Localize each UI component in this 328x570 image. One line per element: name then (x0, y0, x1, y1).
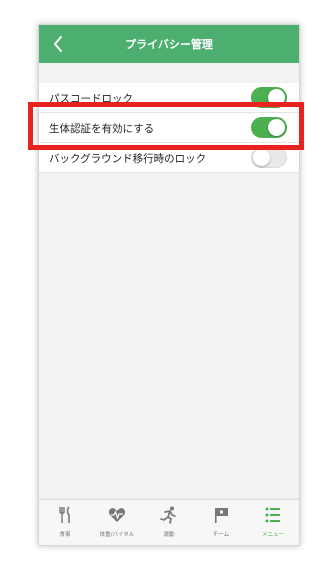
flag-icon (215, 508, 228, 523)
tab-label: 食事 (59, 532, 71, 538)
heart-vital-icon (108, 508, 126, 522)
tab-meal[interactable]: 食事 (39, 500, 91, 545)
toggle-knob (268, 89, 285, 106)
tab-label: 運動 (163, 532, 175, 538)
setting-row-biometric: 生体認証を有効にする (39, 113, 299, 143)
setting-label: 生体認証を有効にする (49, 123, 155, 135)
nav-bar: プライバシー管理 (39, 25, 299, 63)
tab-team[interactable]: チーム (195, 500, 247, 545)
tab-menu[interactable]: メニュー (247, 500, 299, 545)
tab-label: メニュー (261, 532, 284, 538)
setting-label: バックグラウンド移行時のロック (49, 153, 207, 165)
settings-list: パスコードロック 生体認証を有効にする バックグラウンド移行時のロック (39, 83, 299, 173)
setting-label: パスコードロック (49, 93, 133, 105)
background-lock-toggle[interactable] (251, 147, 287, 168)
tab-bar: 食事 体重/バイタル 運動 チーム メニュー (39, 499, 299, 545)
passcode-lock-toggle[interactable] (251, 87, 287, 108)
page-title: プライバシー管理 (125, 38, 213, 51)
setting-row-background-lock: バックグラウンド移行時のロック (39, 143, 299, 173)
menu-list-icon (265, 507, 280, 523)
fork-knife-icon (59, 506, 70, 523)
toggle-knob (253, 149, 270, 166)
setting-row-passcode-lock: パスコードロック (39, 83, 299, 113)
phone-screen: プライバシー管理 パスコードロック 生体認証を有効にする バックグラウンド移行時… (38, 24, 300, 546)
tab-exercise[interactable]: 運動 (143, 500, 195, 545)
biometric-toggle[interactable] (251, 117, 287, 138)
tab-label: 体重/バイタル (99, 532, 135, 538)
running-icon (160, 506, 176, 524)
tab-label: チーム (212, 532, 230, 538)
toggle-knob (268, 119, 285, 136)
tab-weight-vital[interactable]: 体重/バイタル (91, 500, 143, 545)
